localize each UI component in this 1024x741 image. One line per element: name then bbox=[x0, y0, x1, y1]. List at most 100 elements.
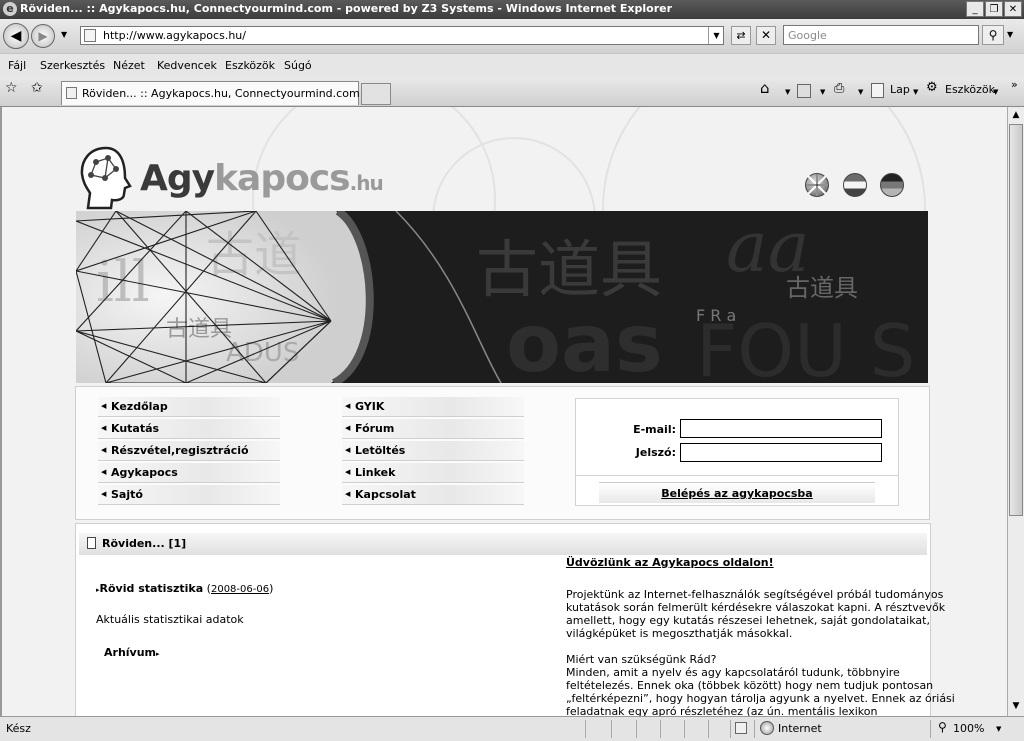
new-tab-button[interactable] bbox=[361, 83, 391, 105]
page-menu-button[interactable]: Lap bbox=[890, 83, 910, 96]
tools-dropdown-icon[interactable]: ▼ bbox=[993, 88, 998, 96]
tab-active[interactable]: Röviden... :: Agykapocs.hu, Connectyourm… bbox=[61, 81, 381, 105]
password-label: Jelszó: bbox=[635, 446, 676, 459]
zoom-dropdown-icon[interactable]: ▼ bbox=[996, 725, 1001, 733]
home-icon[interactable]: ⌂ bbox=[760, 79, 770, 97]
nav-item-links[interactable]: ◀ Linkek bbox=[342, 463, 524, 483]
nav-item-research[interactable]: ◀ Kutatás bbox=[98, 419, 280, 439]
close-button[interactable]: ✕ bbox=[1004, 1, 1022, 17]
triangle-bullet-icon: ◀ bbox=[101, 490, 107, 498]
svg-text:古道具: 古道具 bbox=[786, 274, 858, 302]
stats-link[interactable]: Rövid statisztika bbox=[100, 582, 204, 595]
window-title: Röviden... :: Agykapocs.hu, Connectyourm… bbox=[20, 2, 673, 15]
triangle-bullet-icon: ◀ bbox=[101, 446, 107, 454]
flag-hungarian-icon[interactable] bbox=[843, 173, 867, 197]
stop-icon: ✕ bbox=[760, 28, 772, 42]
favorites-star-icon[interactable]: ☆ bbox=[5, 80, 18, 96]
stats-date[interactable]: 2008-06-06 bbox=[211, 584, 269, 595]
why-paragraph: Miért van szükségünk Rád? Minden, amit a… bbox=[566, 653, 955, 718]
login-divider bbox=[576, 475, 898, 476]
flag-english-icon[interactable] bbox=[805, 173, 829, 197]
email-label: E-mail: bbox=[633, 423, 676, 436]
password-field[interactable] bbox=[680, 443, 882, 462]
nav-item-contact[interactable]: ◀ Kapcsolat bbox=[342, 485, 524, 505]
triangle-bullet-icon: ◀ bbox=[101, 468, 107, 476]
stats-description: Aktuális statisztikai adatok bbox=[96, 613, 244, 626]
menu-help[interactable]: Súgó bbox=[284, 59, 312, 72]
address-dropdown-icon[interactable]: ▼ bbox=[708, 27, 724, 44]
history-dropdown-icon[interactable]: ▼ bbox=[61, 30, 67, 39]
feeds-dropdown-icon[interactable]: ▼ bbox=[820, 88, 825, 96]
ie-icon: e bbox=[3, 2, 17, 16]
scrollbar-thumb[interactable] bbox=[1009, 124, 1023, 516]
menu-bar: Fájl Szerkesztés Nézet Kedvencek Eszközö… bbox=[0, 53, 1024, 79]
back-button[interactable]: ◀ bbox=[3, 23, 29, 49]
arrow-bullet-icon: ▸ bbox=[156, 650, 160, 658]
zone-text: Internet bbox=[778, 722, 822, 735]
chevron-more-icon[interactable]: » bbox=[1011, 78, 1018, 91]
back-arrow-icon: ◀ bbox=[10, 28, 22, 44]
menu-edit[interactable]: Szerkesztés bbox=[40, 59, 105, 72]
gear-icon: ⚙ bbox=[926, 80, 938, 95]
svg-text:古道具: 古道具 bbox=[476, 233, 662, 306]
section-header: Röviden... [1] bbox=[79, 533, 927, 555]
refresh-icon: ⇄ bbox=[736, 29, 746, 42]
why-line: feltételezés. Ennek oka (többek között) … bbox=[566, 679, 934, 692]
scroll-up-icon[interactable]: ▲ bbox=[1009, 108, 1023, 123]
print-icon[interactable]: ⎙ bbox=[834, 81, 844, 96]
status-bar: Kész Internet ⚲ 100% ▼ bbox=[0, 716, 1024, 741]
intro-line: Projektünk az Internet-felhasználók segí… bbox=[566, 588, 944, 601]
stop-button[interactable]: ✕ bbox=[756, 26, 776, 45]
svg-text:古道: 古道 bbox=[206, 227, 302, 283]
search-input[interactable]: Google bbox=[783, 25, 979, 45]
zoom-level[interactable]: 100% bbox=[953, 722, 984, 735]
menu-favorites[interactable]: Kedvencek bbox=[157, 59, 217, 72]
refresh-button[interactable]: ⇄ bbox=[731, 26, 751, 45]
menu-file[interactable]: Fájl bbox=[8, 59, 26, 72]
nav-item-forum[interactable]: ◀ Fórum bbox=[342, 419, 524, 439]
vertical-scrollbar[interactable]: ▲ ▼ bbox=[1007, 107, 1024, 716]
print-dropdown-icon[interactable]: ▼ bbox=[858, 88, 863, 96]
menu-view[interactable]: Nézet bbox=[113, 59, 145, 72]
logo-head-icon bbox=[80, 146, 132, 210]
minimize-button[interactable]: _ bbox=[966, 1, 984, 17]
nav-item-faq[interactable]: ◀ GYIK bbox=[342, 397, 524, 417]
triangle-bullet-icon: ◀ bbox=[345, 402, 351, 410]
maximize-button[interactable]: ❐ bbox=[985, 1, 1003, 17]
login-button[interactable]: Belépés az agykapocsba bbox=[599, 482, 875, 503]
svg-text:ADUS: ADUS bbox=[226, 338, 299, 368]
nav-item-registration[interactable]: ◀ Részvétel,regisztráció bbox=[98, 441, 280, 461]
why-line: Miért van szükségünk Rád? bbox=[566, 653, 717, 666]
tools-menu-button[interactable]: Eszközök bbox=[945, 83, 995, 96]
flag-german-icon[interactable] bbox=[880, 173, 904, 197]
window-title-bar[interactable]: e Röviden... :: Agykapocs.hu, Connectyou… bbox=[0, 0, 1024, 19]
forward-button[interactable]: ▶ bbox=[31, 24, 55, 48]
logo-text-domain: .hu bbox=[349, 171, 384, 195]
address-bar[interactable]: http://www.agykapocs.hu/ bbox=[80, 26, 724, 45]
home-dropdown-icon[interactable]: ▼ bbox=[785, 88, 790, 96]
search-options-icon[interactable]: ▼ bbox=[1007, 30, 1013, 39]
section-title: Röviden... [1] bbox=[102, 537, 187, 550]
address-input[interactable]: http://www.agykapocs.hu/ bbox=[103, 29, 246, 42]
page-dropdown-icon[interactable]: ▼ bbox=[913, 88, 918, 96]
add-favorites-icon[interactable]: ✩ bbox=[31, 80, 43, 96]
nav-item-press[interactable]: ◀ Sajtó bbox=[98, 485, 280, 505]
welcome-heading: Üdvözlünk az Agykapocs oldalon! bbox=[566, 556, 774, 569]
feeds-icon[interactable] bbox=[797, 84, 811, 98]
intro-line: kutatások során felmerült kérdésekre vál… bbox=[566, 601, 946, 614]
tab-page-icon bbox=[66, 87, 77, 99]
email-field[interactable] bbox=[680, 419, 882, 438]
header-banner-image: 古道具 aa oas FOU S F R a 古道具 ill 古道 古道具 AD… bbox=[76, 211, 928, 383]
nav-item-download[interactable]: ◀ Letöltés bbox=[342, 441, 524, 461]
why-line: „feltérképezni”, hogy hogyan tárolja agy… bbox=[566, 692, 955, 705]
zoom-icon: ⚲ bbox=[938, 720, 947, 734]
triangle-bullet-icon: ◀ bbox=[345, 468, 351, 476]
search-button[interactable]: ⚲ bbox=[982, 25, 1004, 45]
nav-item-agykapocs[interactable]: ◀ Agykapocs bbox=[98, 463, 280, 483]
site-logo[interactable]: Agykapocs.hu bbox=[140, 158, 384, 199]
logo-text-kapocs: kapocs bbox=[214, 158, 351, 199]
archive-link[interactable]: Arhívum▸ bbox=[104, 646, 160, 659]
menu-tools[interactable]: Eszközök bbox=[225, 59, 275, 72]
nav-item-home[interactable]: ◀ Kezdőlap bbox=[98, 397, 280, 417]
scroll-down-icon[interactable]: ▼ bbox=[1009, 699, 1023, 714]
